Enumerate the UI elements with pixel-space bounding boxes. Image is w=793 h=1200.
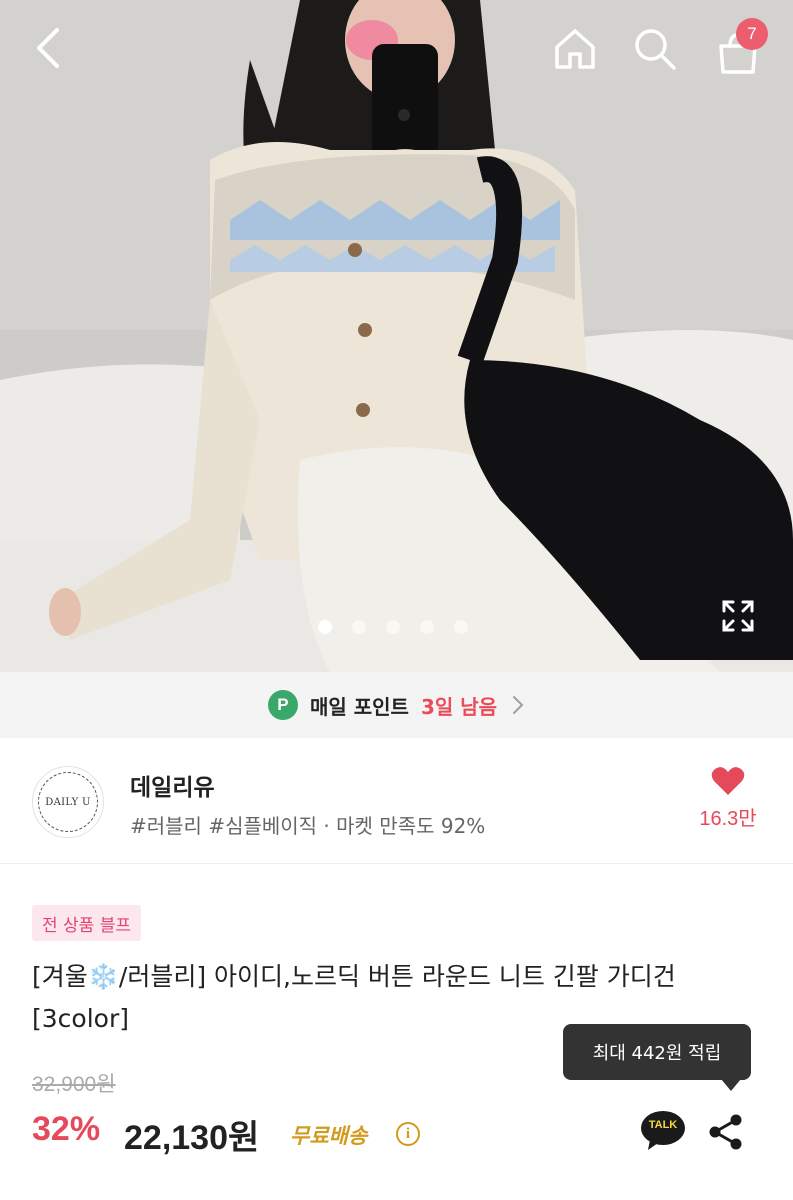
pagination-dot[interactable] bbox=[318, 620, 332, 634]
product-photo bbox=[0, 0, 793, 672]
title-prefix: [겨울 bbox=[32, 962, 88, 991]
chevron-right-icon bbox=[513, 696, 524, 714]
store-logo-text: DAILY U bbox=[45, 796, 91, 808]
store-info-row: DAILY U 데일리유 #러블리 #심플베이직 · 마켓 만족도 92% 16… bbox=[0, 738, 793, 864]
original-price: 32,900원 bbox=[32, 1073, 116, 1096]
expand-icon bbox=[722, 600, 754, 632]
snowflake-emoji: ❄️ bbox=[87, 962, 119, 991]
sale-price: 22,130원 bbox=[124, 1119, 260, 1157]
back-arrow-icon bbox=[37, 28, 59, 68]
pagination-dot[interactable] bbox=[352, 620, 366, 634]
kakao-talk-icon bbox=[641, 1111, 685, 1150]
product-image-gallery[interactable]: 7 bbox=[0, 0, 793, 672]
gallery-pagination bbox=[318, 620, 468, 634]
info-icon[interactable]: i bbox=[396, 1122, 420, 1146]
points-label: 매일 포인트 bbox=[309, 694, 409, 719]
store-logo[interactable]: DAILY U bbox=[32, 766, 104, 838]
promo-badge: 전 상품 블프 bbox=[32, 905, 142, 941]
daily-points-banner[interactable]: P 매일 포인트 3일 남음 bbox=[0, 672, 793, 738]
pagination-dot[interactable] bbox=[386, 620, 400, 634]
kakao-talk-button[interactable]: TALK bbox=[640, 1110, 686, 1152]
search-icon bbox=[635, 29, 676, 70]
fullscreen-button[interactable] bbox=[714, 592, 762, 640]
home-button[interactable] bbox=[548, 22, 602, 76]
talk-label: TALK bbox=[648, 1119, 678, 1131]
points-remaining: 3일 남음 bbox=[420, 694, 498, 719]
search-button[interactable] bbox=[628, 22, 682, 76]
store-like-button[interactable]: 16.3만 bbox=[690, 766, 766, 831]
points-icon: P bbox=[267, 690, 298, 720]
share-button[interactable] bbox=[706, 1112, 746, 1152]
store-logo-ring: DAILY U bbox=[38, 772, 98, 832]
points-tooltip: 최대 442원 적립 bbox=[563, 1024, 751, 1091]
share-icon bbox=[709, 1114, 742, 1150]
store-name[interactable]: 데일리유 bbox=[130, 768, 215, 802]
discount-rate: 32% bbox=[32, 1110, 101, 1148]
pagination-dot[interactable] bbox=[454, 620, 468, 634]
home-icon bbox=[555, 29, 595, 69]
like-count: 16.3만 bbox=[699, 808, 757, 830]
cart-button[interactable]: 7 bbox=[708, 18, 768, 78]
cart-count-badge: 7 bbox=[736, 18, 768, 50]
pagination-dot[interactable] bbox=[420, 620, 434, 634]
title-suffix: /러블리] 아이디,노르딕 버튼 라운드 니트 긴팔 가디건 [3color] bbox=[32, 962, 676, 1033]
free-shipping-label: 무료배송 bbox=[290, 1124, 368, 1148]
back-button[interactable] bbox=[22, 22, 74, 74]
store-tags: #러블리 #심플베이직 · 마켓 만족도 92% bbox=[130, 814, 486, 838]
heart-icon bbox=[711, 767, 745, 795]
